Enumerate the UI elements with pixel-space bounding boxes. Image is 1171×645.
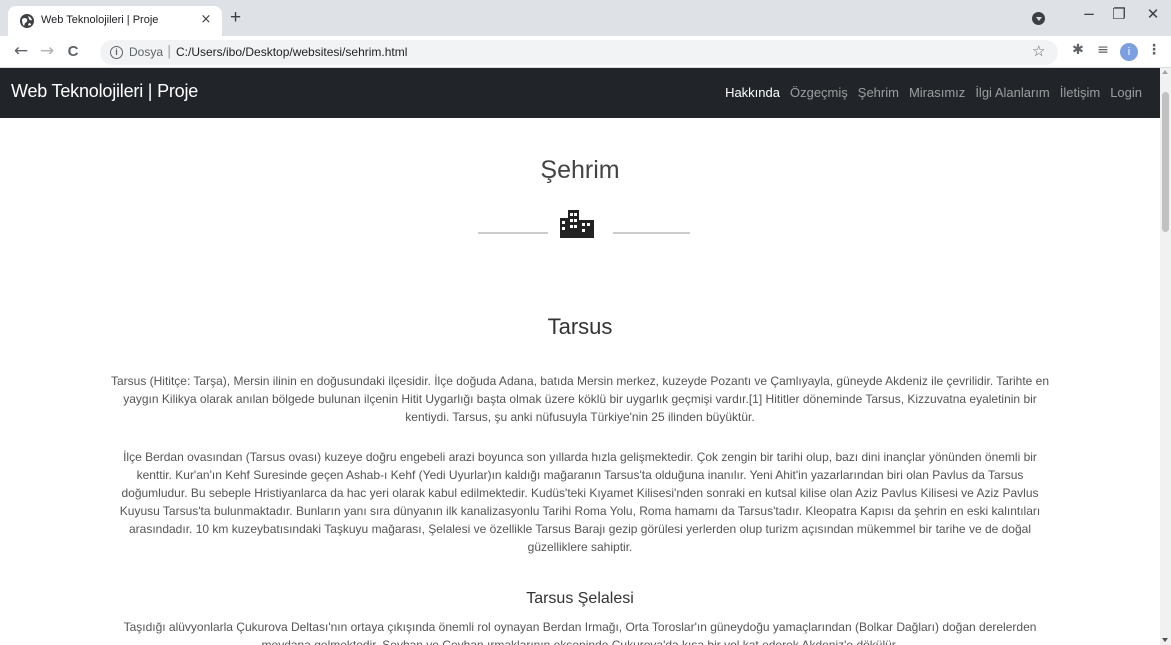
page-title: Şehrim (540, 156, 620, 184)
menu-icon[interactable]: ⋮ (1145, 42, 1163, 58)
nav-item-sehrim[interactable]: Şehrim (858, 85, 899, 100)
forward-button[interactable]: → (36, 41, 58, 61)
paragraph: Tarsus (Hititçe: Tarşa), Mersin ilinin e… (110, 374, 1050, 424)
address-bar[interactable]: i Dosya | C:/Users/ibo/Desktop/websitesi… (100, 40, 1058, 65)
nav-item-hakkinda[interactable]: Hakkında (725, 85, 780, 100)
page-viewport: Web Teknolojileri | Proje Hakkında Özgeç… (0, 68, 1171, 645)
reload-button[interactable]: C (62, 43, 84, 60)
site-navbar: Web Teknolojileri | Proje Hakkında Özgeç… (0, 68, 1160, 118)
nav-item-mirasimiz[interactable]: Mirasımız (909, 85, 965, 100)
section-title: Tarsus (547, 314, 613, 339)
nav-item-ilgi-alanlarim[interactable]: İlgi Alanlarım (975, 85, 1049, 100)
extensions-icon[interactable]: ✱ (1069, 42, 1087, 58)
info-icon[interactable]: i (110, 46, 123, 59)
scroll-thumb[interactable] (1162, 92, 1169, 232)
divider-right (613, 232, 690, 234)
site-menu: Hakkında Özgeçmiş Şehrim Mirasımız İlgi … (725, 85, 1142, 100)
restore-button[interactable]: ❐ (1104, 5, 1134, 23)
tab-title: Web Teknolojileri | Proje (41, 14, 159, 26)
building-icon (560, 210, 594, 238)
globe-icon (20, 14, 34, 28)
address-scheme: Dosya (129, 45, 164, 59)
subsection-title: Tarsus Şelalesi (526, 590, 634, 607)
page-scrollbar[interactable] (1160, 68, 1171, 645)
paragraph: İlçe Berdan ovasından (Tarsus ovası) kuz… (119, 450, 1041, 554)
back-button[interactable]: ← (10, 41, 32, 61)
minimize-button[interactable]: − (1074, 5, 1104, 23)
address-url[interactable]: C:/Users/ibo/Desktop/websitesi/sehrim.ht… (176, 45, 407, 59)
profile-avatar[interactable]: i (1120, 43, 1138, 61)
nav-item-ozgecmis[interactable]: Özgeçmiş (790, 85, 848, 100)
divider-left (478, 232, 548, 234)
paragraph: Taşıdığı alüvyonlarla Çukurova Deltası'n… (123, 620, 1037, 645)
close-window-button[interactable]: ✕ (1138, 5, 1168, 23)
scroll-down-arrow-icon[interactable] (1162, 638, 1168, 642)
browser-tab[interactable]: Web Teknolojileri | Proje × (8, 6, 222, 36)
tab-search-icon[interactable] (1032, 12, 1045, 25)
reading-list-icon[interactable]: ≡ (1094, 42, 1112, 58)
browser-toolbar: ← → C i Dosya | C:/Users/ibo/Desktop/web… (0, 36, 1171, 68)
site-brand[interactable]: Web Teknolojileri | Proje (11, 81, 198, 102)
nav-item-iletisim[interactable]: İletişim (1060, 85, 1100, 100)
nav-item-login[interactable]: Login (1110, 85, 1142, 100)
tab-close-icon[interactable]: × (198, 12, 214, 27)
star-icon[interactable]: ☆ (1032, 42, 1045, 60)
address-separator: | (167, 44, 172, 59)
browser-tabstrip: Web Teknolojileri | Proje × + − ❐ ✕ (0, 0, 1171, 36)
scroll-up-arrow-icon[interactable] (1162, 70, 1168, 74)
new-tab-button[interactable]: + (230, 7, 241, 29)
